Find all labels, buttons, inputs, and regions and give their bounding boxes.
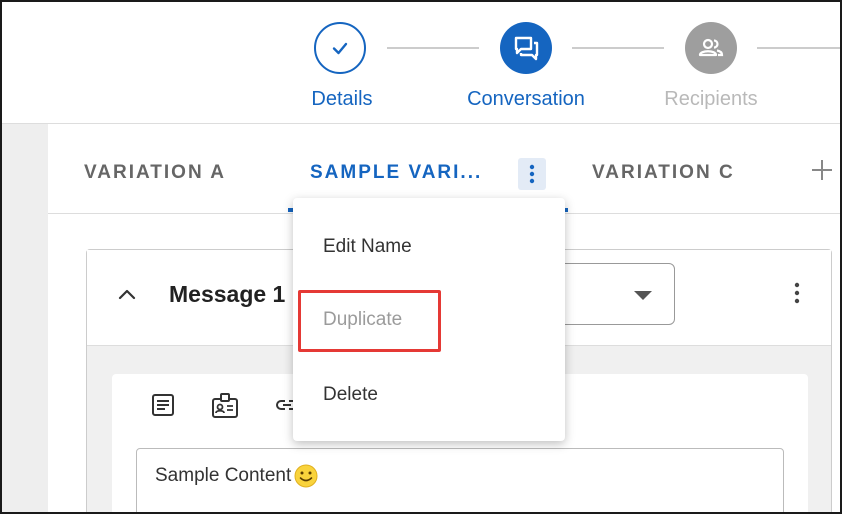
conversation-icon: [514, 36, 539, 61]
smiley-icon: [294, 464, 318, 488]
app-window: Details Conversation Recipients VARIATIO…: [0, 0, 842, 514]
step-recipients-label[interactable]: Recipients: [631, 88, 791, 111]
duplicate-highlight-box: [298, 290, 441, 352]
step-conversation-label[interactable]: Conversation: [446, 88, 606, 111]
step-connector: [387, 47, 479, 49]
kebab-icon: [529, 164, 535, 184]
contact-card-icon[interactable]: [210, 392, 240, 420]
menu-item-delete[interactable]: Delete: [323, 384, 378, 406]
step-details-indicator[interactable]: [314, 22, 366, 74]
step-recipients-indicator[interactable]: [685, 22, 737, 74]
menu-item-edit-name[interactable]: Edit Name: [323, 236, 412, 258]
step-connector: [572, 47, 664, 49]
content-text: Sample Content: [155, 465, 292, 487]
plus-icon: [812, 160, 832, 180]
check-icon: [332, 42, 348, 55]
add-variation-button[interactable]: [810, 158, 834, 188]
text-format-icon[interactable]: [150, 392, 176, 418]
tab-more-button[interactable]: [518, 158, 546, 190]
message-content-input[interactable]: Sample Content: [136, 448, 784, 512]
tab-sample-variation[interactable]: SAMPLE VARI...: [310, 162, 482, 184]
stepper: Details Conversation Recipients: [2, 2, 840, 124]
tab-variation-c[interactable]: VARIATION C: [592, 162, 735, 184]
message-content-text: Sample Content: [155, 463, 319, 489]
left-gutter: [2, 124, 48, 512]
step-details-label[interactable]: Details: [262, 88, 422, 111]
dropdown-arrow-icon: [634, 291, 652, 300]
tab-variation-a[interactable]: VARIATION A: [84, 162, 226, 184]
chevron-up-icon[interactable]: [117, 286, 137, 302]
step-connector: [757, 47, 840, 49]
people-icon: [698, 38, 724, 57]
step-conversation-indicator[interactable]: [500, 22, 552, 74]
message-title: Message 1: [169, 281, 286, 307]
kebab-icon[interactable]: [794, 282, 800, 304]
